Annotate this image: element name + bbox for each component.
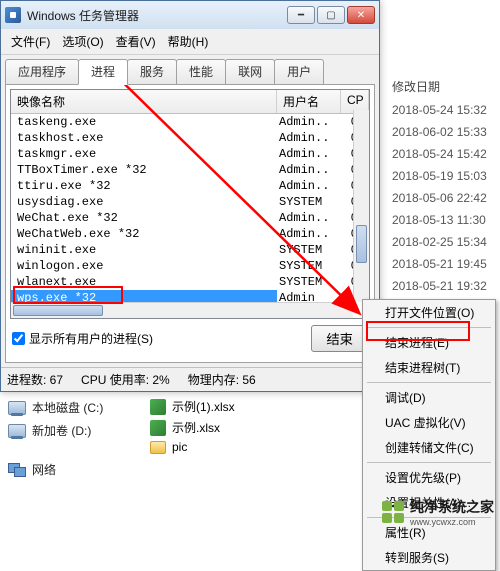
network-icon bbox=[8, 463, 26, 477]
tab-5[interactable]: 用户 bbox=[274, 59, 324, 84]
file-row-date[interactable]: 2018-05-21 19:45 bbox=[380, 253, 500, 275]
close-button[interactable]: ✕ bbox=[347, 6, 375, 24]
process-row[interactable]: wininit.exeSYSTEM00 bbox=[11, 242, 369, 258]
tab-0[interactable]: 应用程序 bbox=[5, 59, 79, 84]
file-item-label: 示例.xlsx bbox=[172, 419, 220, 436]
drive-icon bbox=[8, 401, 26, 415]
column-header-modified[interactable]: 修改日期 bbox=[380, 74, 500, 99]
drive-icon bbox=[8, 424, 26, 438]
file-row-date[interactable]: 2018-05-13 11:30 bbox=[380, 209, 500, 231]
process-row[interactable]: taskhost.exeAdmin..00 bbox=[11, 130, 369, 146]
window-title: Windows 任务管理器 bbox=[27, 7, 287, 24]
ctx-item-4[interactable]: UAC 虚拟化(V) bbox=[363, 410, 495, 435]
nav-item-label: 本地磁盘 (C:) bbox=[32, 399, 103, 416]
explorer-file-list: 示例(1).xlsx 示例.xlsx pic bbox=[150, 396, 235, 456]
vertical-scrollbar[interactable] bbox=[353, 110, 369, 302]
file-row-date[interactable]: 2018-05-24 15:42 bbox=[380, 143, 500, 165]
ctx-item-9[interactable]: 转到服务(S) bbox=[363, 545, 495, 570]
process-row[interactable]: winlogon.exeSYSTEM00 bbox=[11, 258, 369, 274]
tab-content-processes: 映像名称 用户名 CP taskeng.exeAdmin..00taskhost… bbox=[5, 84, 375, 363]
ctx-item-3[interactable]: 调试(D) bbox=[363, 385, 495, 410]
process-row[interactable]: usysdiag.exeSYSTEM00 bbox=[11, 194, 369, 210]
menu-view[interactable]: 查看(V) bbox=[112, 31, 160, 52]
tab-1[interactable]: 进程 bbox=[78, 59, 128, 85]
taskmgr-window: Windows 任务管理器 ━ ▢ ✕ 文件(F) 选项(O) 查看(V) 帮助… bbox=[0, 0, 380, 392]
ctx-item-0[interactable]: 打开文件位置(O) bbox=[363, 300, 495, 325]
file-item-label: 示例(1).xlsx bbox=[172, 398, 235, 415]
watermark-logo-icon bbox=[382, 501, 404, 523]
nav-item[interactable]: 网络 bbox=[6, 458, 146, 481]
xlsx-icon bbox=[150, 399, 166, 415]
horizontal-scrollbar[interactable] bbox=[11, 302, 353, 318]
process-row[interactable]: ttiru.exe *32Admin..00 bbox=[11, 178, 369, 194]
file-row-date[interactable]: 2018-02-25 15:34 bbox=[380, 231, 500, 253]
file-row-date[interactable]: 2018-06-02 15:33 bbox=[380, 121, 500, 143]
xlsx-icon bbox=[150, 420, 166, 436]
file-item[interactable]: 示例(1).xlsx bbox=[150, 396, 235, 417]
file-row-date[interactable]: 2018-05-06 22:42 bbox=[380, 187, 500, 209]
status-phys-mem: 物理内存: 56 bbox=[188, 371, 256, 388]
context-menu: 打开文件位置(O) 结束进程(E)结束进程树(T) 调试(D)UAC 虚拟化(V)创… bbox=[362, 299, 496, 571]
col-user[interactable]: 用户名 bbox=[277, 90, 341, 113]
nav-item-label: 新加卷 (D:) bbox=[32, 422, 91, 439]
ctx-separator bbox=[367, 327, 491, 328]
tab-2[interactable]: 服务 bbox=[127, 59, 177, 84]
process-row[interactable]: taskmgr.exeAdmin..05 bbox=[11, 146, 369, 162]
ctx-item-5[interactable]: 创建转储文件(C) bbox=[363, 435, 495, 460]
ctx-item-6[interactable]: 设置优先级(P) bbox=[363, 465, 495, 490]
file-row-date[interactable]: 2018-05-21 19:32 bbox=[380, 275, 500, 297]
folder-icon bbox=[150, 441, 166, 454]
titlebar[interactable]: Windows 任务管理器 ━ ▢ ✕ bbox=[1, 1, 379, 29]
ctx-item-1[interactable]: 结束进程(E) bbox=[363, 330, 495, 355]
process-row[interactable]: TTBoxTimer.exe *32Admin..00 bbox=[11, 162, 369, 178]
explorer-nav-tree: 本地磁盘 (C:) 新加卷 (D:) 网络 bbox=[6, 396, 146, 481]
status-cpu-usage: CPU 使用率: 2% bbox=[81, 371, 170, 388]
ctx-separator bbox=[367, 382, 491, 383]
menu-options[interactable]: 选项(O) bbox=[58, 31, 107, 52]
menu-file[interactable]: 文件(F) bbox=[7, 31, 54, 52]
tabstrip: 应用程序进程服务性能联网用户 bbox=[1, 55, 379, 84]
tab-4[interactable]: 联网 bbox=[225, 59, 275, 84]
file-row-date[interactable]: 2018-05-19 15:03 bbox=[380, 165, 500, 187]
file-item[interactable]: 示例.xlsx bbox=[150, 417, 235, 438]
process-row[interactable]: taskeng.exeAdmin..00 bbox=[11, 114, 369, 130]
nav-item[interactable]: 新加卷 (D:) bbox=[6, 419, 146, 442]
menu-help[interactable]: 帮助(H) bbox=[164, 31, 213, 52]
process-list: 映像名称 用户名 CP taskeng.exeAdmin..00taskhost… bbox=[10, 89, 370, 319]
status-bar: 进程数: 67 CPU 使用率: 2% 物理内存: 56 bbox=[1, 367, 379, 391]
taskmgr-icon bbox=[5, 7, 21, 23]
minimize-button[interactable]: ━ bbox=[287, 6, 315, 24]
watermark: 纯净系统之家 www.ycwxz.com bbox=[382, 497, 494, 527]
file-row-date[interactable]: 2018-05-24 15:32 bbox=[380, 99, 500, 121]
menubar: 文件(F) 选项(O) 查看(V) 帮助(H) bbox=[1, 29, 379, 55]
end-process-button[interactable]: 结束 bbox=[311, 325, 368, 352]
tab-3[interactable]: 性能 bbox=[176, 59, 226, 84]
process-row[interactable]: wlanext.exeSYSTEM00 bbox=[11, 274, 369, 290]
show-all-users-checkbox[interactable] bbox=[12, 332, 25, 345]
col-image-name[interactable]: 映像名称 bbox=[11, 90, 277, 113]
watermark-url: www.ycwxz.com bbox=[410, 517, 494, 527]
show-all-users-label: 显示所有用户的进程(S) bbox=[29, 330, 153, 347]
ctx-separator bbox=[367, 462, 491, 463]
nav-item[interactable]: 本地磁盘 (C:) bbox=[6, 396, 146, 419]
process-row[interactable]: WeChat.exe *32Admin..00 bbox=[11, 210, 369, 226]
watermark-title: 纯净系统之家 bbox=[410, 497, 494, 517]
nav-item-label: 网络 bbox=[32, 461, 56, 478]
ctx-item-2[interactable]: 结束进程树(T) bbox=[363, 355, 495, 380]
process-row[interactable]: WeChatWeb.exe *32Admin..00 bbox=[11, 226, 369, 242]
status-process-count: 进程数: 67 bbox=[7, 371, 63, 388]
file-item[interactable]: pic bbox=[150, 438, 235, 456]
maximize-button[interactable]: ▢ bbox=[317, 6, 345, 24]
file-item-label: pic bbox=[172, 440, 187, 454]
